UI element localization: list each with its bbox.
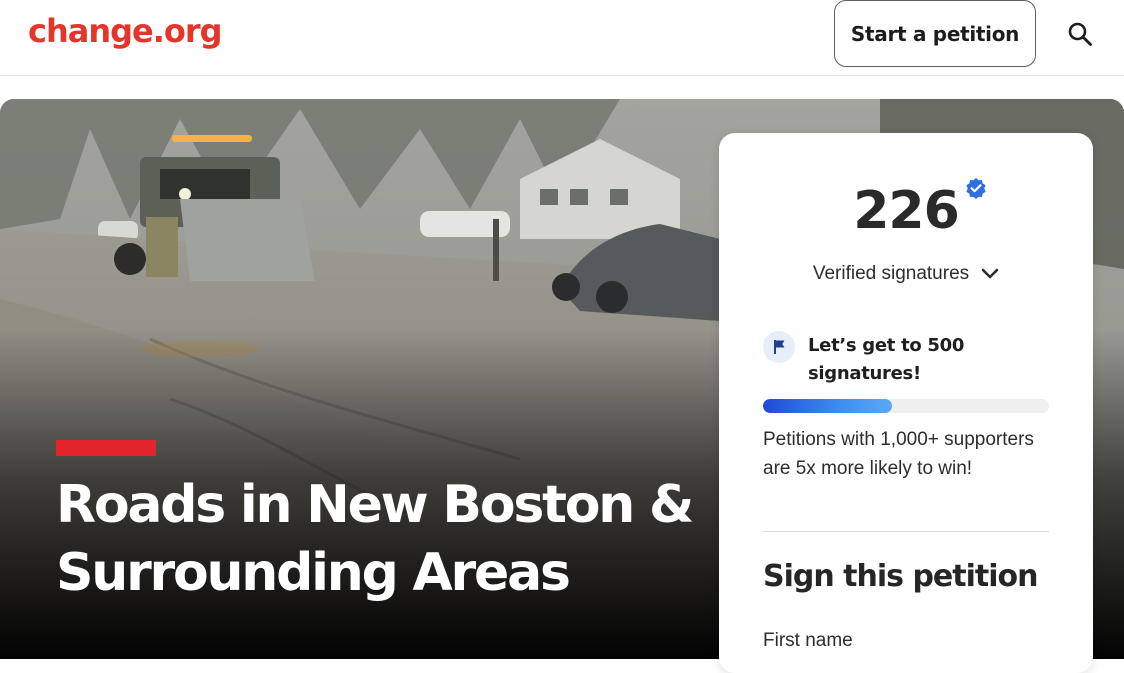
change-org-logo[interactable]: change.org: [28, 12, 223, 50]
search-icon: [1068, 22, 1092, 46]
card-divider: [763, 531, 1049, 532]
flag-icon: [774, 340, 785, 354]
sign-petition-heading: Sign this petition: [763, 559, 1038, 594]
petition-title: Roads in New Boston & Surrounding Areas: [56, 475, 694, 603]
signature-card: 226 Verified signatures Let’s get to 500…: [719, 133, 1093, 673]
signature-count-value: 226: [853, 181, 960, 241]
site-header: change.org Start a petition: [0, 0, 1124, 76]
chevron-down-icon: [981, 268, 999, 279]
verified-signatures-dropdown[interactable]: Verified signatures: [719, 263, 1093, 285]
goal-flag-badge: [763, 331, 795, 363]
first-name-label: First name: [763, 630, 853, 651]
signature-progress-fill: [763, 399, 893, 413]
verified-badge-icon: [966, 178, 986, 199]
search-button[interactable]: [1062, 16, 1098, 52]
petitions-note: Petitions with 1,000+ supporters are 5x …: [763, 429, 1034, 479]
signature-count: 226: [853, 178, 986, 241]
start-petition-button[interactable]: Start a petition: [834, 0, 1036, 67]
title-accent-bar: [56, 440, 156, 456]
verified-signatures-label: Verified signatures: [812, 263, 970, 284]
signature-progress-bar: [763, 399, 1049, 413]
signature-goal-text: Let’s get to 500 signatures!: [808, 335, 965, 384]
